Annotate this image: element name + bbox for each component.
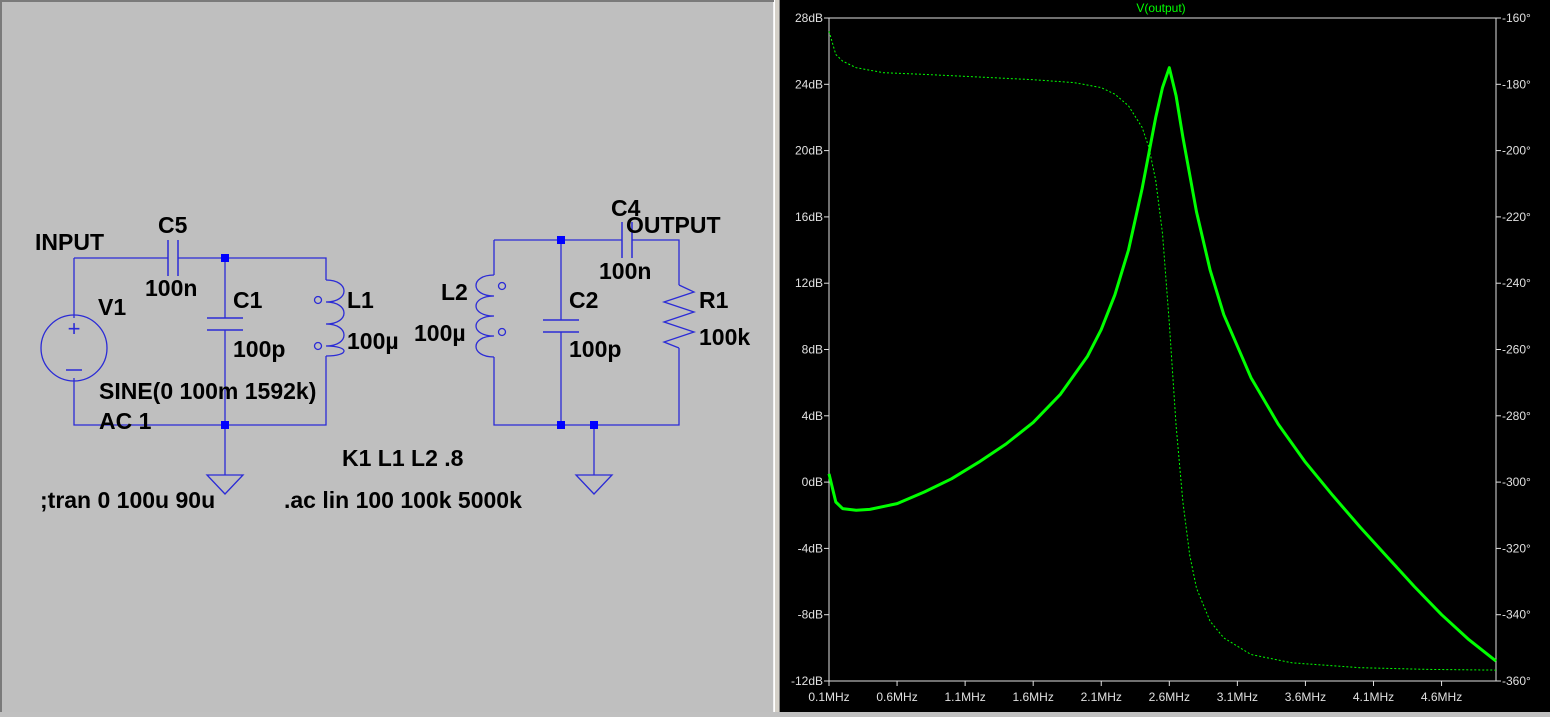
x-tick-label: 4.1MHz (1353, 690, 1394, 704)
x-tick-label: 4.6MHz (1421, 690, 1462, 704)
c5-capacitor[interactable] (167, 240, 179, 276)
schematic-canvas[interactable]: + INPUT OUTPUT V1 SINE(0 100m 1592k) AC … (0, 0, 772, 712)
c1-name-label[interactable]: C1 (233, 287, 263, 313)
plot-frame (828, 17, 1497, 682)
l1-value-label[interactable]: 100µ (347, 328, 399, 354)
c2-capacitor[interactable] (543, 319, 579, 333)
y-left-tick-label: 24dB (795, 77, 823, 91)
junction-dot (590, 421, 598, 429)
y-left-tick-label: -8dB (798, 608, 823, 622)
y-right-tick-label: -200° (1502, 144, 1531, 158)
r1-resistor[interactable] (661, 284, 697, 349)
traces (827, 31, 1497, 671)
trace-label[interactable]: V(output) (1136, 1, 1185, 15)
magnitude-trace-line[interactable] (827, 66, 1497, 663)
x-tick-label: 2.1MHz (1081, 690, 1122, 704)
coupling-directive[interactable]: K1 L1 L2 .8 (342, 445, 464, 471)
net-label-input[interactable]: INPUT (35, 229, 104, 255)
tran-directive[interactable]: ;tran 0 100u 90u (40, 487, 215, 513)
l2-name-label[interactable]: L2 (441, 279, 468, 305)
y-right-tick-label: -260° (1502, 343, 1531, 357)
c4-value-label[interactable]: 100n (599, 258, 651, 284)
junction-dot (557, 421, 565, 429)
y-right-tick-label: -220° (1502, 210, 1531, 224)
x-tick-label: 0.6MHz (876, 690, 917, 704)
x-tick-label: 3.6MHz (1285, 690, 1326, 704)
y-right-tick-label: -240° (1502, 276, 1531, 290)
y-right-tick-label: -160° (1502, 11, 1531, 25)
junction-dot (221, 254, 229, 262)
y-left-tick-label: 8dB (802, 343, 823, 357)
x-tick-label: 0.1MHz (808, 690, 849, 704)
waveform-viewer[interactable]: V(output) 28dB 24dB 20dB 16dB 12dB 8dB 4dB 0dB -… (780, 0, 1550, 712)
axes: 28dB 24dB 20dB 16dB 12dB 8dB 4dB 0dB -4dB -8dB -12… (791, 11, 1531, 704)
y-right-tick-label: -300° (1502, 475, 1531, 489)
y-left-tick-label: 16dB (795, 210, 823, 224)
c2-name-label[interactable]: C2 (569, 287, 598, 313)
c5-name-label[interactable]: C5 (158, 212, 188, 238)
ac-directive[interactable]: .ac lin 100 100k 5000k (284, 487, 522, 513)
y-right-tick-label: -180° (1502, 77, 1531, 91)
x-tick-label: 2.6MHz (1149, 690, 1190, 704)
v1-ac-label[interactable]: AC 1 (99, 408, 152, 434)
primary-wires (73, 257, 327, 475)
junction-dot (221, 421, 229, 429)
x-tick-label: 1.6MHz (1013, 690, 1054, 704)
l1-inductor[interactable] (313, 279, 345, 357)
y-left-tick-label: 20dB (795, 144, 823, 158)
y-right-tick-label: -320° (1502, 541, 1531, 555)
y-right-tick-label: -340° (1502, 608, 1531, 622)
l2-value-label[interactable]: 100µ (414, 320, 466, 346)
x-tick-label: 1.1MHz (944, 690, 985, 704)
schematic-editor[interactable]: + INPUT OUTPUT V1 SINE(0 100m 1592k) AC … (0, 0, 774, 712)
svg-text:+: + (68, 316, 81, 341)
y-left-tick-label: 12dB (795, 276, 823, 290)
c1-value-label[interactable]: 100p (233, 336, 285, 362)
v1-value-label[interactable]: SINE(0 100m 1592k) (99, 378, 316, 404)
l1-name-label[interactable]: L1 (347, 287, 374, 313)
waveform-plot[interactable]: V(output) 28dB 24dB 20dB 16dB 12dB 8dB 4dB 0dB -… (780, 0, 1550, 712)
l2-inductor[interactable] (475, 274, 507, 358)
c2-value-label[interactable]: 100p (569, 336, 621, 362)
c1-capacitor[interactable] (207, 317, 243, 331)
junction-dot (557, 236, 565, 244)
y-left-tick-label: -12dB (791, 674, 823, 688)
y-left-tick-label: 0dB (802, 475, 823, 489)
y-left-tick-label: 4dB (802, 409, 823, 423)
v1-voltage-source[interactable]: + (40, 314, 108, 382)
ground-symbol-secondary (574, 474, 614, 495)
v1-name-label[interactable]: V1 (98, 294, 126, 320)
x-tick-label: 3.1MHz (1217, 690, 1258, 704)
y-left-tick-label: 28dB (795, 11, 823, 25)
r1-value-label[interactable]: 100k (699, 324, 750, 350)
c4-name-label[interactable]: C4 (611, 195, 641, 221)
r1-name-label[interactable]: R1 (699, 287, 729, 313)
c5-value-label[interactable]: 100n (145, 275, 197, 301)
y-left-tick-label: -4dB (798, 541, 823, 555)
y-right-tick-label: -280° (1502, 409, 1531, 423)
y-right-tick-label: -360° (1502, 674, 1531, 688)
phase-trace-line[interactable] (828, 31, 1497, 671)
